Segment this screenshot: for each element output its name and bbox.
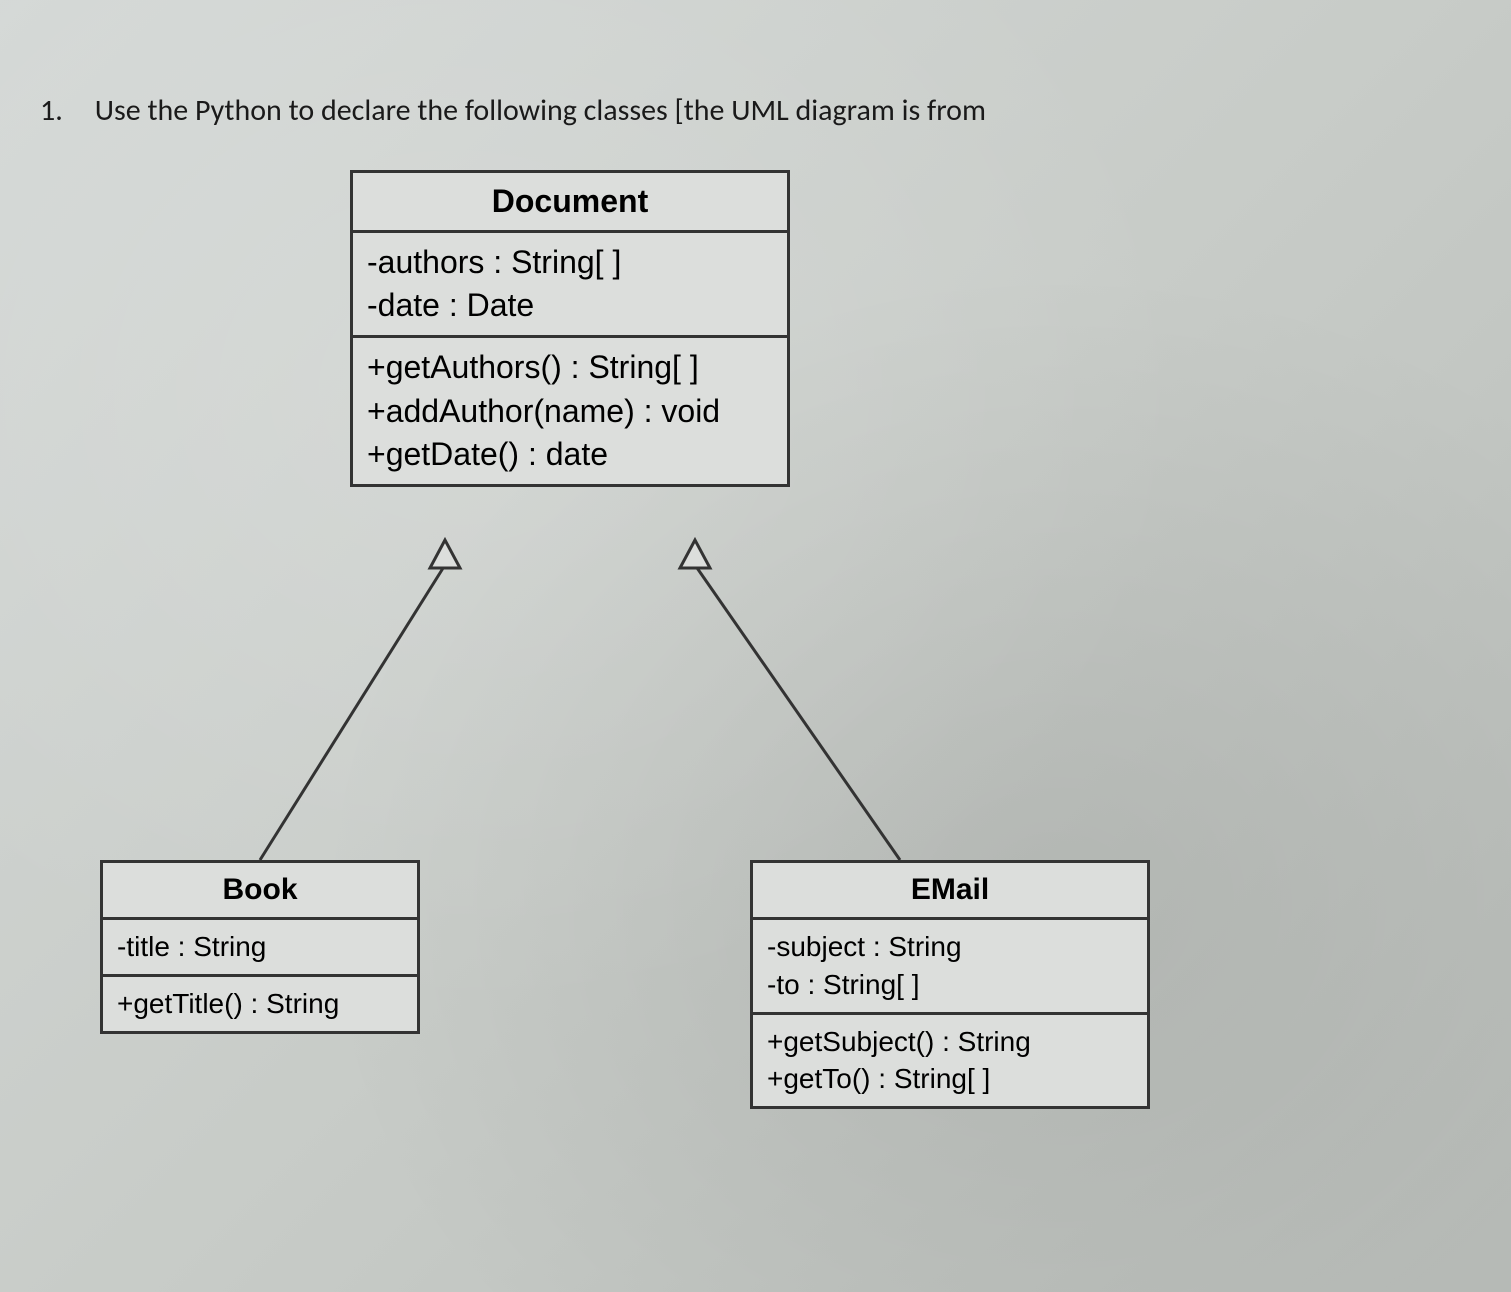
question-number: 1. xyxy=(40,92,88,129)
method: +addAuthor(name) : void xyxy=(367,390,773,433)
class-name-email: EMail xyxy=(753,863,1147,920)
question-text: 1. Use the Python to declare the followi… xyxy=(40,92,986,129)
attribute: -title : String xyxy=(117,928,403,966)
attribute: -subject : String xyxy=(767,928,1133,966)
method: +getSubject() : String xyxy=(767,1023,1133,1061)
method: +getAuthors() : String[ ] xyxy=(367,346,773,389)
attribute: -to : String[ ] xyxy=(767,966,1133,1004)
class-name-book: Book xyxy=(103,863,417,920)
method: +getTitle() : String xyxy=(117,985,403,1023)
methods-email: +getSubject() : String +getTo() : String… xyxy=(753,1015,1147,1107)
attribute: -date : Date xyxy=(367,284,773,327)
attributes-email: -subject : String -to : String[ ] xyxy=(753,920,1147,1015)
method: +getTo() : String[ ] xyxy=(767,1060,1133,1098)
attributes-book: -title : String xyxy=(103,920,417,977)
uml-class-email: EMail -subject : String -to : String[ ] … xyxy=(750,860,1150,1109)
method: +getDate() : date xyxy=(367,433,773,476)
inheritance-book-to-document xyxy=(260,540,460,860)
attributes-document: -authors : String[ ] -date : Date xyxy=(353,233,787,338)
attribute: -authors : String[ ] xyxy=(367,241,773,284)
inheritance-email-to-document xyxy=(680,540,900,860)
uml-class-book: Book -title : String +getTitle() : Strin… xyxy=(100,860,420,1034)
methods-document: +getAuthors() : String[ ] +addAuthor(nam… xyxy=(353,338,787,484)
question-body: Use the Python to declare the following … xyxy=(95,92,986,129)
class-name-document: Document xyxy=(353,173,787,233)
uml-class-document: Document -authors : String[ ] -date : Da… xyxy=(350,170,790,487)
methods-book: +getTitle() : String xyxy=(103,977,417,1031)
